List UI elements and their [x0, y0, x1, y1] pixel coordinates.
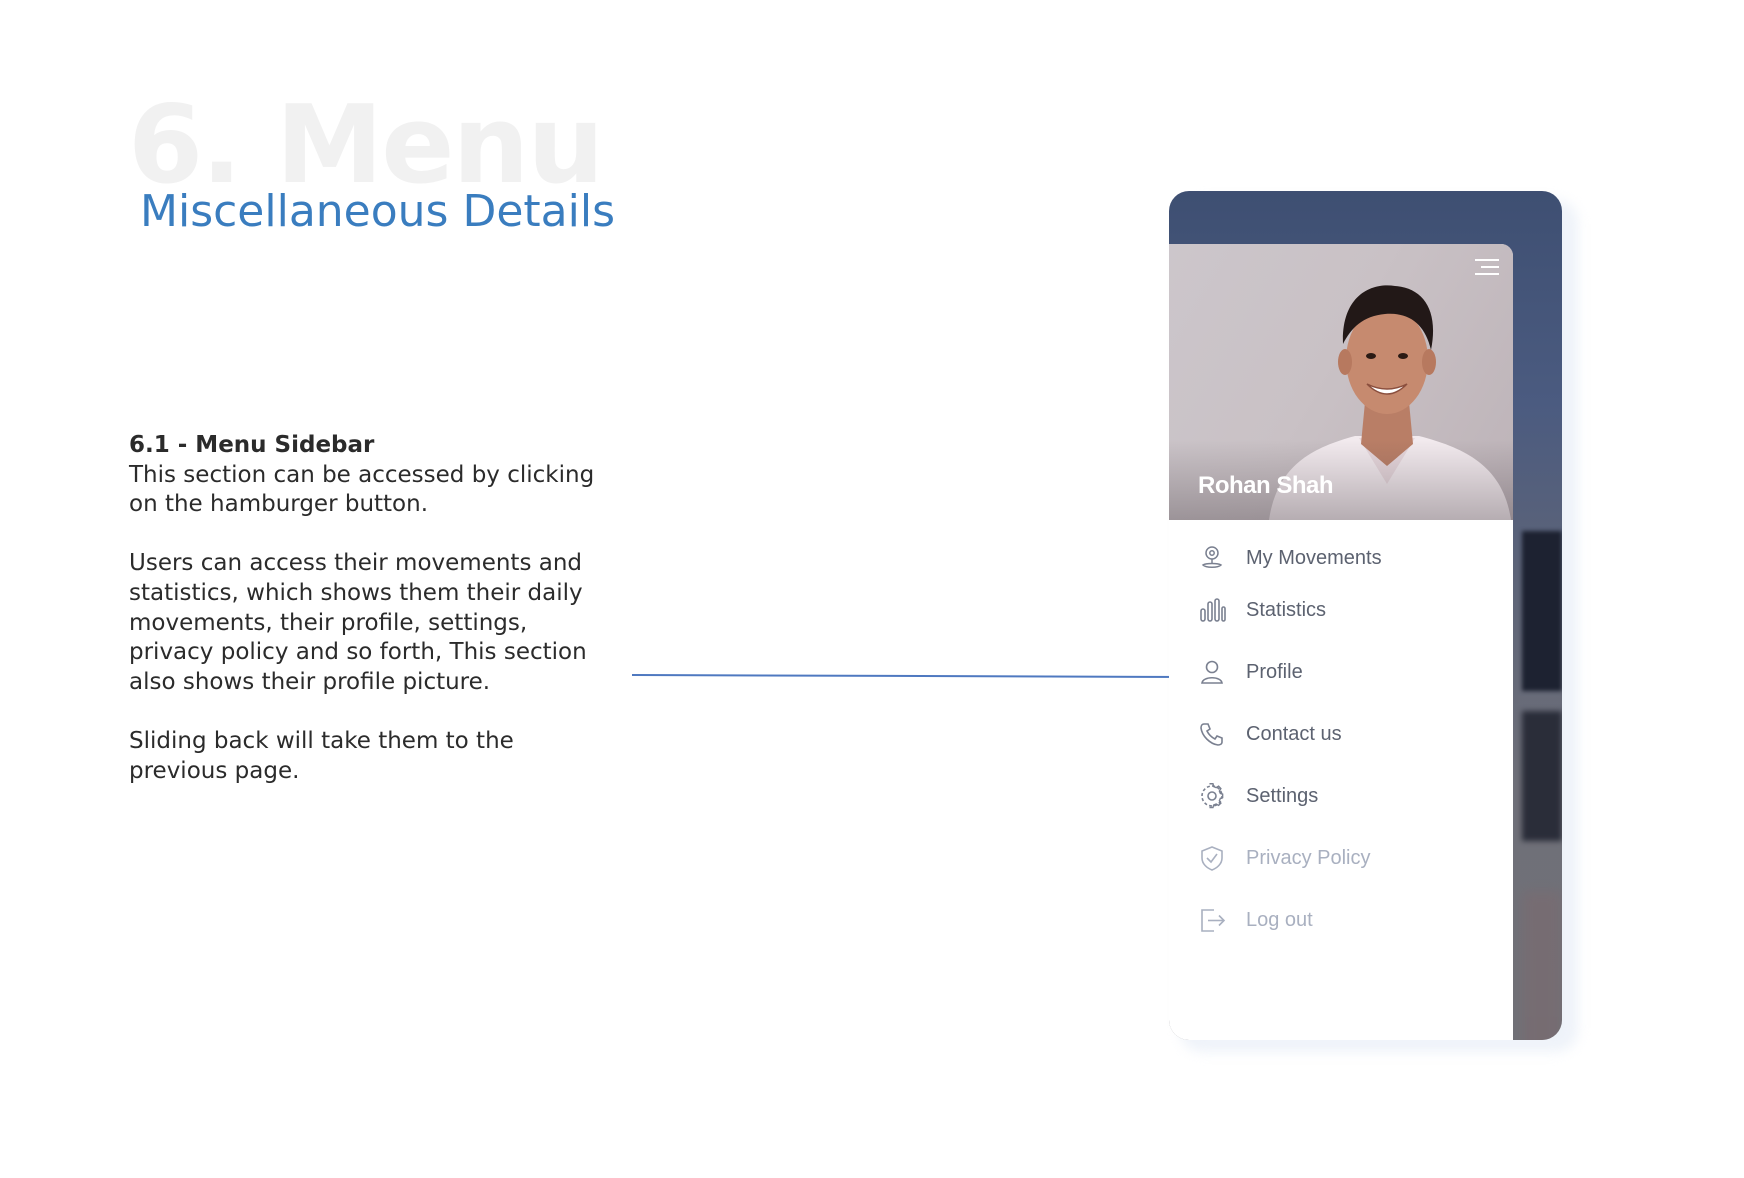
description: 6.1 - Menu Sidebar This section can be a… — [129, 431, 599, 816]
menu-label: My Movements — [1246, 546, 1382, 569]
menu-item-contact-us[interactable]: Contact us — [1169, 712, 1513, 756]
paragraph-3: Sliding back will take them to the previ… — [129, 727, 514, 784]
annotation-connector — [631, 671, 1203, 680]
paragraph-2: Users can access their movements and sta… — [129, 550, 587, 695]
page-subtitle: Miscellaneous Details — [140, 186, 615, 237]
phone-icon — [1200, 723, 1223, 746]
menu-label: Statistics — [1246, 598, 1327, 621]
menu-label: Contact us — [1246, 722, 1342, 745]
menu-label: Profile — [1246, 660, 1303, 683]
menu-label: Privacy Policy — [1246, 846, 1371, 869]
shield-check-icon — [1201, 846, 1223, 871]
hamburger-menu-icon[interactable] — [1472, 256, 1502, 278]
gear-icon — [1201, 783, 1224, 809]
user-icon — [1201, 660, 1223, 684]
menu-item-privacy-policy[interactable]: Privacy Policy — [1169, 836, 1513, 880]
menu-item-settings[interactable]: Settings — [1169, 774, 1513, 818]
menu-item-log-out[interactable]: Log out — [1169, 898, 1513, 942]
location-pin-icon — [1201, 546, 1223, 568]
menu-item-statistics[interactable]: Statistics — [1169, 588, 1513, 632]
user-name: Rohan Shah — [1198, 472, 1334, 499]
background-title: 6. Menu — [128, 83, 604, 208]
profile-header: Rohan Shah — [1169, 244, 1513, 520]
menu-sidebar: Rohan Shah My Movements Statistics Profi… — [1169, 244, 1513, 1040]
menu-item-my-movements[interactable]: My Movements — [1169, 536, 1513, 580]
bar-chart-icon — [1200, 598, 1226, 622]
phone-mockup: Rohan Shah My Movements Statistics Profi… — [1169, 191, 1562, 1040]
logout-icon — [1201, 909, 1226, 932]
paragraph-1: This section can be accessed by clicking… — [129, 461, 595, 518]
section-heading: 6.1 - Menu Sidebar — [129, 432, 375, 458]
menu-label: Settings — [1246, 784, 1319, 807]
menu-label: Log out — [1246, 908, 1313, 931]
menu-item-profile[interactable]: Profile — [1169, 650, 1513, 694]
